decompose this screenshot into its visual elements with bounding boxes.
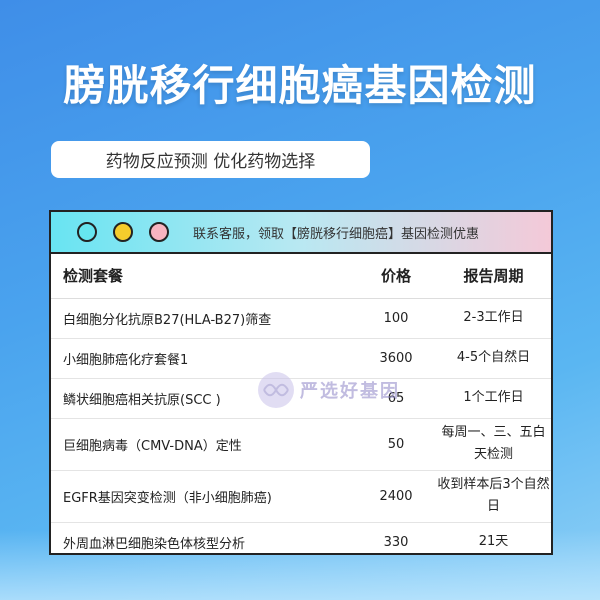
package-price: 2400 (356, 470, 436, 523)
report-period: 1个工作日 (436, 378, 551, 419)
window-dot-cyan (77, 222, 97, 242)
window-dot-yellow (113, 222, 133, 242)
package-price: 50 (356, 418, 436, 471)
report-period: 4-5个自然日 (436, 338, 551, 379)
watermark: 严选好基因 (258, 372, 400, 408)
package-price: 330 (356, 522, 436, 553)
contact-service-text[interactable]: 联系客服，领取【膀胱移行细胞癌】基因检测优惠 (193, 223, 479, 242)
report-period: 21天 (436, 522, 551, 553)
dna-logo-icon (258, 372, 294, 408)
subtitle-banner: 药物反应预测 优化药物选择 (51, 141, 370, 178)
report-period: 收到样本后3个自然日 (436, 470, 551, 523)
watermark-text: 严选好基因 (300, 381, 400, 402)
package-name: 巨细胞病毒（CMV-DNA）定性 (51, 418, 356, 471)
report-period: 2-3工作日 (436, 298, 551, 339)
package-name: 外周血淋巴细胞染色体核型分析 (51, 522, 356, 553)
column-header-period: 报告周期 (436, 254, 551, 299)
table-header-row: 检测套餐 价格 报告周期 (51, 254, 551, 299)
table-row: 外周血淋巴细胞染色体核型分析 330 21天 (51, 522, 551, 553)
column-header-package: 检测套餐 (51, 254, 356, 299)
card-header: 联系客服，领取【膀胱移行细胞癌】基因检测优惠 (51, 212, 551, 254)
table-row: 巨细胞病毒（CMV-DNA）定性 50 每周一、三、五白天检测 (51, 418, 551, 471)
window-dot-pink (149, 222, 169, 242)
package-name: EGFR基因突变检测（非小细胞肺癌) (51, 470, 356, 523)
table-row: EGFR基因突变检测（非小细胞肺癌) 2400 收到样本后3个自然日 (51, 470, 551, 523)
report-period: 每周一、三、五白天检测 (436, 418, 551, 471)
column-header-price: 价格 (356, 254, 436, 299)
package-price: 100 (356, 298, 436, 339)
table-row: 白细胞分化抗原B27(HLA-B27)筛查 100 2-3工作日 (51, 298, 551, 339)
page-title: 膀胱移行细胞癌基因检测 (63, 61, 537, 110)
package-name: 白细胞分化抗原B27(HLA-B27)筛查 (51, 298, 356, 339)
